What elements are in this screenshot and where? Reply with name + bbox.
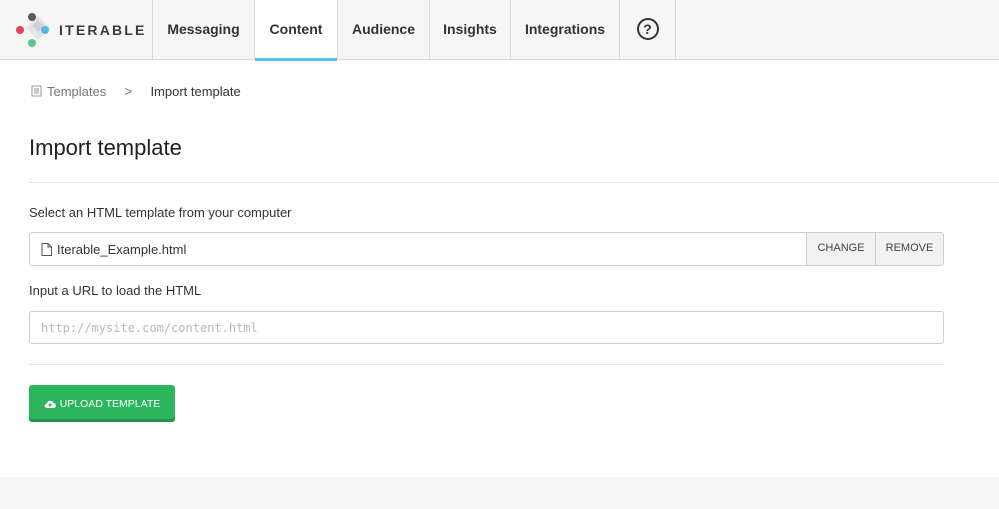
brand-logo[interactable]: ITERABLE <box>14 12 152 48</box>
nav-integrations[interactable]: Integrations <box>510 0 619 60</box>
template-icon <box>31 85 42 97</box>
selected-file: Iterable_Example.html <box>41 242 186 257</box>
breadcrumb: Templates > Import template <box>30 83 241 99</box>
upload-button-label: UPLOAD TEMPLATE <box>59 397 161 410</box>
document-icon <box>41 243 52 256</box>
breadcrumb-separator-icon: > <box>124 83 133 99</box>
help-icon: ? <box>636 17 659 40</box>
file-select-field[interactable]: Iterable_Example.html CHANGE REMOVE <box>29 232 944 266</box>
footer-band <box>0 477 999 509</box>
breadcrumb-parent-label: Templates <box>47 83 107 99</box>
nav-audience[interactable]: Audience <box>337 0 429 60</box>
top-navigation-bar: ITERABLE Messaging Content Audience Insi… <box>0 0 999 61</box>
main-nav: Messaging Content Audience Insights Inte… <box>152 0 676 61</box>
brand-name: ITERABLE <box>59 22 147 38</box>
upload-template-button[interactable]: UPLOAD TEMPLATE <box>29 385 175 422</box>
divider <box>29 182 999 183</box>
nav-label: Audience <box>351 21 415 37</box>
breadcrumb-current: Import template <box>150 83 241 99</box>
iterable-logo-icon <box>16 13 50 47</box>
nav-content[interactable]: Content <box>254 0 337 61</box>
file-select-label: Select an HTML template from your comput… <box>29 205 292 220</box>
change-file-button[interactable]: CHANGE <box>806 233 875 265</box>
file-name-text: Iterable_Example.html <box>57 242 187 257</box>
nav-label: Content <box>269 21 323 37</box>
url-input-label: Input a URL to load the HTML <box>29 283 202 298</box>
nav-label: Insights <box>443 21 497 37</box>
remove-file-button[interactable]: REMOVE <box>875 233 943 265</box>
url-input[interactable] <box>29 311 944 344</box>
divider <box>29 364 944 365</box>
nav-insights[interactable]: Insights <box>429 0 510 60</box>
page-title: Import template <box>29 135 182 160</box>
nav-help[interactable]: ? <box>619 0 676 60</box>
nav-messaging[interactable]: Messaging <box>152 0 254 60</box>
nav-label: Integrations <box>524 21 606 37</box>
cloud-upload-icon <box>44 400 56 408</box>
nav-label: Messaging <box>167 21 240 37</box>
breadcrumb-templates-link[interactable]: Templates <box>30 84 106 99</box>
